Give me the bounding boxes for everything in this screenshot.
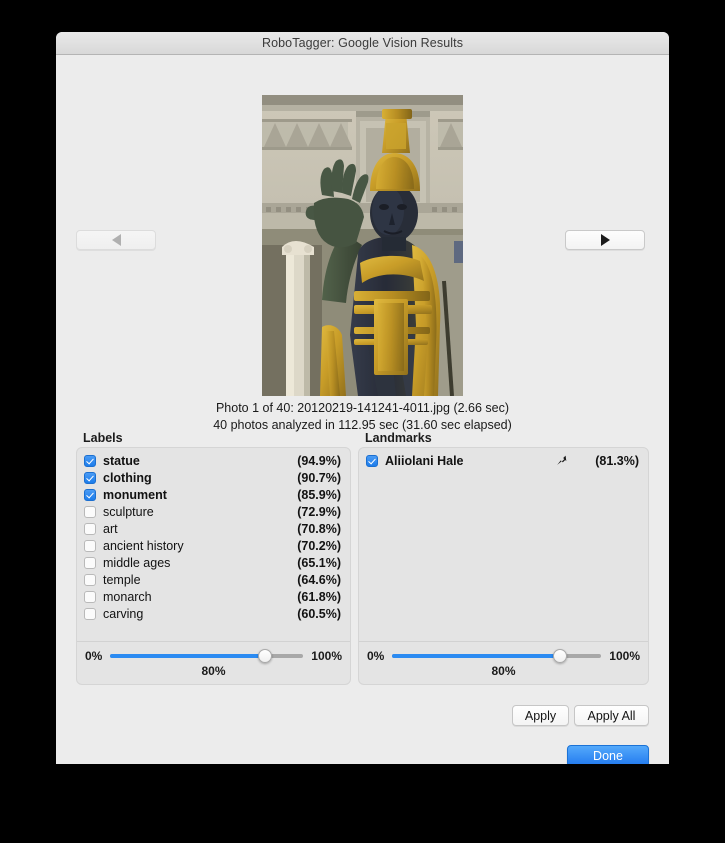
labels-slider-row: 0% 100% <box>85 649 342 663</box>
photo-preview <box>262 95 463 396</box>
label-score: (90.7%) <box>297 470 341 485</box>
list-item[interactable]: carving (60.5%) <box>77 605 350 622</box>
list-item[interactable]: Aliiolani Hale (81.3%) <box>359 452 648 469</box>
label-score: (61.8%) <box>297 589 341 604</box>
landmarks-slider-row: 0% 100% <box>367 649 640 663</box>
slider-fill <box>392 654 560 658</box>
label-checkbox[interactable] <box>84 590 96 603</box>
landmarks-list[interactable]: Aliiolani Hale (81.3%) <box>359 448 648 642</box>
landmarks-group-title: Landmarks <box>365 431 432 445</box>
apply-all-button[interactable]: Apply All <box>574 705 649 726</box>
label-name: clothing <box>103 470 152 485</box>
label-name: monarch <box>103 589 152 604</box>
list-item[interactable]: monument (85.9%) <box>77 486 350 503</box>
labels-list[interactable]: statue (94.9%) clothing (90.7%) monument… <box>77 448 350 642</box>
list-item[interactable]: sculpture (72.9%) <box>77 503 350 520</box>
previous-photo-button[interactable] <box>76 230 156 250</box>
label-score: (94.9%) <box>297 453 341 468</box>
list-item[interactable]: clothing (90.7%) <box>77 469 350 486</box>
label-name: carving <box>103 606 144 621</box>
window-content: Photo 1 of 40: 20120219-141241-4011.jpg … <box>56 55 669 764</box>
list-item[interactable]: art (70.8%) <box>77 520 350 537</box>
label-checkbox[interactable] <box>84 539 96 552</box>
label-score: (60.5%) <box>297 606 341 621</box>
list-item[interactable]: statue (94.9%) <box>77 452 350 469</box>
label-score: (70.2%) <box>297 538 341 553</box>
label-checkbox[interactable] <box>84 522 96 535</box>
triangle-right-icon <box>600 234 610 246</box>
robotagger-window: RoboTagger: Google Vision Results Photo … <box>56 32 669 764</box>
slider-thumb[interactable] <box>552 649 567 663</box>
apply-button[interactable]: Apply <box>512 705 569 726</box>
photo-info: Photo 1 of 40: 20120219-141241-4011.jpg … <box>56 400 669 434</box>
label-checkbox[interactable] <box>84 471 96 484</box>
label-name: art <box>103 521 118 536</box>
landmarks-slider-min-label: 0% <box>367 649 385 663</box>
label-name: middle ages <box>103 555 171 570</box>
labels-slider-min-label: 0% <box>85 649 103 663</box>
list-item[interactable]: temple (64.6%) <box>77 571 350 588</box>
label-score: (72.9%) <box>297 504 341 519</box>
labels-group-title: Labels <box>83 431 123 445</box>
label-name: statue <box>103 453 140 468</box>
photo-info-line-1: Photo 1 of 40: 20120219-141241-4011.jpg … <box>215 401 510 415</box>
labels-group: Labels statue (94.9%) clothing (90.7%) m… <box>76 431 351 685</box>
label-checkbox[interactable] <box>84 556 96 569</box>
landmarks-threshold-slider-block: 0% 100% 80% <box>359 641 648 684</box>
landmark-score: (81.3%) <box>595 453 639 468</box>
label-score: (70.8%) <box>297 521 341 536</box>
list-item[interactable]: ancient history (70.2%) <box>77 537 350 554</box>
label-name: ancient history <box>103 538 184 553</box>
label-checkbox[interactable] <box>84 454 96 467</box>
label-checkbox[interactable] <box>84 505 96 518</box>
window-title: RoboTagger: Google Vision Results <box>261 36 464 50</box>
label-checkbox[interactable] <box>84 573 96 586</box>
list-item[interactable]: monarch (61.8%) <box>77 588 350 605</box>
photo-image <box>262 95 463 396</box>
labels-slider-max-label: 100% <box>311 649 342 663</box>
label-checkbox[interactable] <box>84 607 96 620</box>
triangle-left-icon <box>111 234 121 246</box>
landmark-checkbox[interactable] <box>366 454 378 467</box>
landmarks-threshold-slider[interactable] <box>392 649 602 663</box>
list-item[interactable]: middle ages (65.1%) <box>77 554 350 571</box>
label-name: sculpture <box>103 504 154 519</box>
slider-thumb[interactable] <box>257 649 272 663</box>
labels-slider-value: 80% <box>201 664 226 678</box>
label-checkbox[interactable] <box>84 488 96 501</box>
map-pin-glyph <box>557 455 567 465</box>
label-score: (65.1%) <box>297 555 341 570</box>
next-photo-button[interactable] <box>565 230 645 250</box>
landmarks-slider-max-label: 100% <box>609 649 640 663</box>
label-name: monument <box>103 487 167 502</box>
window-titlebar: RoboTagger: Google Vision Results <box>56 32 669 55</box>
map-pin-icon <box>556 455 567 466</box>
slider-fill <box>110 654 265 658</box>
photo-info-line-2: 40 photos analyzed in 112.95 sec (31.60 … <box>213 418 512 432</box>
landmarks-group: Landmarks Aliiolani Hale (81.3%) 0% 100%… <box>358 431 649 685</box>
labels-threshold-slider-block: 0% 100% 80% <box>77 641 350 684</box>
landmarks-slider-value: 80% <box>491 664 516 678</box>
label-score: (64.6%) <box>297 572 341 587</box>
done-button[interactable]: Done <box>567 745 649 764</box>
label-name: temple <box>103 572 141 587</box>
landmark-name: Aliiolani Hale <box>385 453 464 468</box>
labels-threshold-slider[interactable] <box>110 649 304 663</box>
label-score: (85.9%) <box>297 487 341 502</box>
